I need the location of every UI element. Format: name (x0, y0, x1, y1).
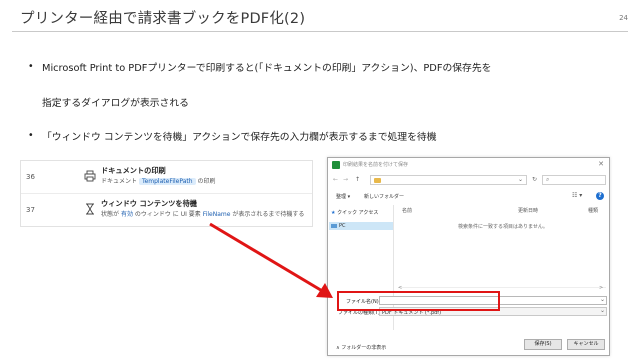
address-bar[interactable]: ⌄ (370, 175, 527, 185)
step-title: ウィンドウ コンテンツを待機 (101, 199, 197, 208)
save-button[interactable]: 保存(S) (524, 339, 562, 350)
flow-step-row[interactable]: 36 ドキュメントの印刷 ドキュメント TemplateFilePath の印刷 (21, 161, 312, 194)
line-number: 36 (26, 173, 35, 181)
flow-step-row[interactable]: 37 ウィンドウ コンテンツを待機 状態が 有効 のウィンドウ に UI 要素 … (21, 194, 312, 227)
nav-item-label: PC (339, 223, 346, 229)
view-options-icon[interactable]: ☷ ▾ (572, 192, 582, 199)
empty-folder-message: 検索条件に一致する項目はありません。 (458, 224, 548, 230)
app-icon (332, 161, 340, 169)
cancel-button[interactable]: キャンセル (567, 339, 605, 350)
filename-highlight-box (337, 291, 500, 311)
save-as-dialog: 印刷結果を名前を付けて保存 ✕ ← → ↑ ⌄ ↻ ⌕ 整理 ▾ 新しいフォルダ… (327, 157, 610, 356)
hourglass-icon (86, 203, 94, 215)
back-arrow-icon[interactable]: ← (333, 176, 338, 183)
state-value: 有効 (120, 211, 133, 218)
line-number: 37 (26, 206, 35, 214)
dialog-titlebar: 印刷結果を名前を付けて保存 ✕ (328, 158, 609, 172)
hide-folders-toggle[interactable]: ∧ フォルダーの非表示 (336, 344, 386, 351)
forward-arrow-icon[interactable]: → (343, 176, 348, 183)
dialog-navbar: ← → ↑ ⌄ ↻ ⌕ (328, 173, 609, 187)
title-divider (12, 31, 628, 32)
printer-icon (84, 170, 96, 182)
flow-steps-panel: 36 ドキュメントの印刷 ドキュメント TemplateFilePath の印刷… (20, 160, 313, 227)
new-folder-button[interactable]: 新しいフォルダー (364, 193, 404, 200)
organize-button[interactable]: 整理 ▾ (336, 193, 350, 200)
page-number: 24 (619, 14, 628, 22)
variable-chip: TemplateFilePath (138, 178, 196, 185)
desc-text: 状態が (101, 211, 120, 218)
scroll-right-icon[interactable]: > (599, 285, 603, 291)
desc-text: ドキュメント (101, 178, 138, 185)
step-description: 状態が 有効 のウィンドウ に UI 要素 FileName が表示されるまで待… (101, 209, 304, 218)
print-document-step[interactable]: ドキュメントの印刷 ドキュメント TemplateFilePath の印刷 (84, 165, 308, 190)
desc-text: のウィンドウ に UI 要素 (134, 211, 201, 218)
search-icon: ⌕ (546, 176, 550, 183)
ui-element-name: FileName (202, 211, 231, 218)
close-icon[interactable]: ✕ (598, 160, 604, 168)
chevron-down-icon[interactable]: ⌄ (600, 307, 605, 314)
nav-item-label: クイック アクセス (337, 210, 379, 216)
computer-icon (331, 223, 337, 228)
bullet-1-line-2: 指定するダイアログが表示される (42, 98, 189, 109)
up-arrow-icon[interactable]: ↑ (355, 176, 360, 183)
bullet-marker-2: • (28, 130, 34, 141)
step-title: ドキュメントの印刷 (101, 166, 166, 175)
bullet-marker-1: • (28, 61, 34, 72)
step-description: ドキュメント TemplateFilePath の印刷 (101, 176, 215, 185)
search-input[interactable]: ⌕ (542, 175, 606, 185)
column-header-name[interactable]: 名前 (402, 207, 412, 214)
desc-text: の印刷 (197, 178, 216, 185)
slide-title: プリンター経由で請求書ブックをPDF化(2) (20, 11, 306, 27)
column-header-date[interactable]: 更新日時 (518, 207, 538, 214)
column-header-type[interactable]: 種類 (588, 207, 598, 214)
nav-item-quick-access[interactable]: ★ クイック アクセス (331, 209, 378, 216)
bullet-1-line-1: Microsoft Print to PDFプリンターで印刷すると(「ドキュメン… (42, 63, 492, 74)
chevron-down-icon[interactable]: ⌄ (600, 296, 605, 303)
chevron-down-icon[interactable]: ⌄ (518, 176, 523, 183)
dialog-title: 印刷結果を名前を付けて保存 (343, 162, 409, 168)
help-icon[interactable]: ? (596, 192, 604, 200)
dialog-toolbar: 整理 ▾ 新しいフォルダー ☷ ▾ ? (328, 191, 609, 203)
desc-text: が表示されるまで待機する (232, 211, 305, 218)
refresh-icon[interactable]: ↻ (532, 176, 537, 183)
star-icon: ★ (331, 210, 336, 216)
folder-icon (374, 178, 381, 183)
slide: プリンター経由で請求書ブックをPDF化(2) 24 • Microsoft Pr… (0, 0, 640, 360)
bullet-2-line-1: 「ウィンドウ コンテンツを待機」アクションで保存先の入力欄が表示するまで処理を待… (42, 132, 437, 143)
wait-window-content-step[interactable]: ウィンドウ コンテンツを待機 状態が 有効 のウィンドウ に UI 要素 Fil… (84, 198, 308, 223)
nav-item-pc[interactable]: PC (329, 222, 393, 230)
